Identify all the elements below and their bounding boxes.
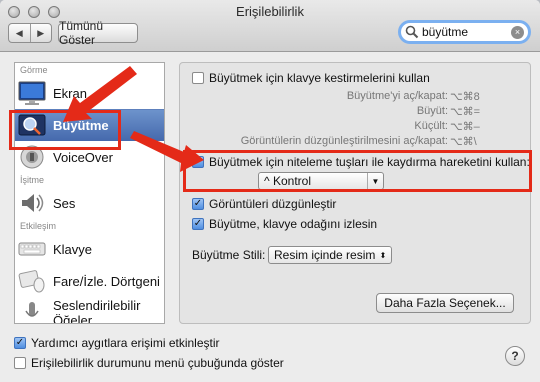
annotation-highlight-zoom [9, 110, 121, 150]
follow-focus-row[interactable]: ✓ Büyütme, klavye odağını izlesin [192, 217, 377, 231]
preferences-window: Erişilebilirlik ◀ ▶ Tümünü Göster büyütm… [0, 0, 540, 382]
section-hearing: İşitme [20, 175, 45, 185]
shortcut-zoom-out-keys: ⌥⌘– [450, 121, 480, 133]
show-menubar-label: Erişilebilirlik durumunu menü çubuğunda … [31, 356, 284, 370]
sidebar-item-label: Klavye [53, 241, 93, 257]
smooth-images-label: Görüntüleri düzgünleştir [209, 197, 337, 211]
search-field[interactable]: büyütme × [398, 20, 531, 44]
zoom-style-value: Resim içinde resim [274, 248, 376, 262]
keyboard-shortcuts-checkbox[interactable] [192, 72, 204, 84]
shortcut-zoom-in-label: Büyüt: [416, 105, 448, 117]
help-button[interactable]: ? [505, 346, 525, 366]
shortcut-smoothing-keys: ⌥⌘\ [450, 136, 477, 148]
show-menubar-row[interactable]: Erişilebilirlik durumunu menü çubuğunda … [14, 356, 284, 370]
keyboard-icon [17, 235, 47, 263]
navigation-segment: ◀ ▶ [8, 23, 52, 43]
zoom-style-label: Büyütme Stili: [192, 248, 266, 262]
zoom-settings-panel: Büyütmek için klavye kestirmelerini kull… [179, 62, 531, 324]
more-options-button[interactable]: Daha Fazla Seçenek... [376, 293, 514, 313]
sidebar-item-label: Ses [53, 195, 76, 211]
search-input[interactable]: büyütme [422, 25, 511, 39]
shortcut-smoothing-label: Görüntülerin düzgünleştirilmesini aç/kap… [240, 135, 448, 147]
enable-assistive-label: Yardımcı aygıtlara erişimi etkinleştir [31, 336, 220, 350]
window-title: Erişilebilirlik [236, 4, 304, 19]
back-button[interactable]: ◀ [9, 24, 31, 42]
zoom-style-popup[interactable]: Resim içinde resim ⬍ [268, 246, 392, 264]
speaker-icon [17, 189, 47, 217]
forward-button[interactable]: ▶ [31, 24, 52, 42]
microphone-icon [17, 299, 47, 323]
sidebar-item-speakable[interactable]: Seslendirilebilir Öğeler [15, 297, 164, 324]
sidebar-item-mouse[interactable]: Fare/İzle. Dörtgeni [15, 265, 164, 297]
shortcut-toggle-zoom-keys: ⌥⌘8 [450, 91, 480, 103]
annotation-highlight-scroll-gesture [183, 150, 532, 192]
clear-search-icon[interactable]: × [511, 25, 524, 39]
smooth-images-row[interactable]: ✓ Görüntüleri düzgünleştir [192, 197, 336, 211]
shortcut-zoom-in-keys: ⌥⌘= [450, 106, 481, 118]
keyboard-shortcuts-row[interactable]: Büyütmek için klavye kestirmelerini kull… [192, 71, 430, 85]
sidebar-item-label: Ekran [53, 85, 87, 101]
show-all-button[interactable]: Tümünü Göster [58, 19, 138, 47]
shortcut-toggle-zoom-label: Büyütme'yi aç/kapat: [346, 90, 448, 102]
sidebar-item-keyboard[interactable]: Klavye [15, 233, 164, 265]
sidebar-item-audio[interactable]: Ses [15, 187, 164, 219]
sidebar-item-label: Fare/İzle. Dörtgeni [53, 273, 160, 289]
display-icon [17, 79, 47, 107]
sidebar-item-label: Seslendirilebilir Öğeler [53, 298, 141, 324]
follow-focus-label: Büyütme, klavye odağını izlesin [209, 217, 378, 231]
sidebar-item-display[interactable]: Ekran [15, 77, 164, 109]
section-interacting: Etkileşim [20, 221, 57, 231]
section-seeing: Görme [20, 65, 48, 75]
follow-focus-checkbox[interactable]: ✓ [192, 218, 204, 230]
shortcut-zoom-out-label: Küçült: [414, 120, 448, 132]
enable-assistive-checkbox[interactable]: ✓ [14, 337, 26, 349]
category-sidebar: Görme Ekran Büyütme VoiceOver İşitme Ses [14, 62, 165, 324]
smooth-images-checkbox[interactable]: ✓ [192, 198, 204, 210]
title-bar: Erişilebilirlik ◀ ▶ Tümünü Göster büyütm… [0, 0, 540, 52]
enable-assistive-row[interactable]: ✓ Yardımcı aygıtlara erişimi etkinleştir [14, 336, 220, 350]
show-menubar-checkbox[interactable] [14, 357, 26, 369]
sidebar-item-label: VoiceOver [53, 149, 113, 165]
search-icon [405, 25, 419, 39]
keyboard-shortcuts-label: Büyütmek için klavye kestirmelerini kull… [209, 71, 430, 85]
stepper-arrows-icon: ⬍ [379, 250, 387, 260]
mouse-trackpad-icon [17, 267, 47, 295]
